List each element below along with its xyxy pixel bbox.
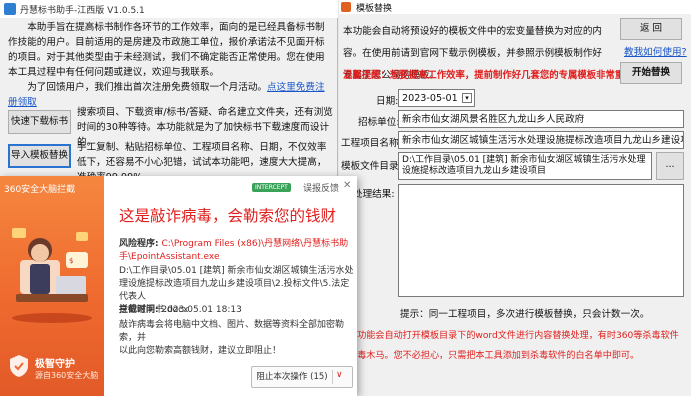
chevron-down-icon[interactable]: ∨	[336, 370, 343, 380]
antivirus-alert-popup: 360安全大脑拦截 $ 极智守护 源自360安全大脑 INTERCEPT 误报反…	[0, 176, 357, 396]
risk-program: 风险程序: C:\Program Files (x86)\丹慧网络\丹慧标书助手…	[119, 238, 351, 264]
virus-description-line: 敲诈病毒会将电脑中文档、图片、数据等资料全部加密勒索，并	[119, 320, 345, 343]
block-operation-control: 阻止本次操作 (15) ∨	[251, 366, 353, 388]
calendar-icon[interactable]: ▾	[462, 93, 472, 103]
virus-description-line: 以此向您勒索高额钱财，建议立即阻止！	[119, 346, 282, 356]
download-bid-button[interactable]: 快速下载标书	[8, 110, 71, 134]
protect-subtitle: 源自360安全大脑	[35, 371, 99, 380]
promo-text: 为了回馈用户，我们推出首次注册免费领取一个月活动。	[27, 82, 268, 93]
template-dir-label: 模板文件目录:	[341, 161, 402, 172]
intercept-time-label: 拦截时间:	[119, 305, 159, 315]
risk-program-label: 风险程序:	[119, 239, 159, 249]
date-value: 2023-05-01	[402, 93, 458, 104]
protect-title: 极智守护	[35, 359, 75, 370]
import-template-button[interactable]: 导入模板替换	[8, 144, 71, 168]
window-title: 模板替换	[356, 4, 393, 14]
svg-text:$: $	[69, 257, 73, 265]
back-button[interactable]: 返 回	[620, 18, 682, 40]
app-icon	[4, 3, 16, 15]
result-label: 处理结果:	[353, 189, 395, 200]
template-replace-window: 模板替换 本功能会自动将预设好的模板文件中的宏变量替换为对应的内容。在使用前请到…	[339, 0, 691, 396]
project-name-label: 工程项目名称:	[341, 138, 402, 149]
tip-text: 提示：同一工程项目，多次进行模板替换，只会计数一次。	[400, 309, 650, 320]
intro-text: 本助手旨在提高标书制作各环节的工作效率，面向的是已经具备标书制作技能的用户。目前…	[8, 20, 330, 110]
alert-title: 这是敲诈病毒，会勒索您的钱财	[119, 207, 337, 225]
app-icon	[341, 2, 351, 12]
hacker-illustration-icon: $	[12, 228, 92, 323]
date-label: 日期:	[376, 96, 399, 107]
bidder-input[interactable]: 新余市仙女湖风景名胜区九龙山乡人民政府	[398, 110, 684, 128]
virus-description: 敲诈病毒会将电脑中文档、图片、数据等资料全部加密勒索，并 以此向您勒索高额钱财，…	[119, 319, 355, 358]
affected-file-line: D:\工作目录\05.01 [建筑] 新余市仙女湖区城镇生活污水处	[119, 266, 354, 276]
intercept-time-value: 2023.05.01 18:13	[161, 305, 242, 315]
title-bar: 模板替换	[339, 0, 691, 14]
block-operation-button[interactable]: 阻止本次操作 (15)	[252, 367, 332, 387]
bottom-warning-line-1: 下本功能会自动打开模板目录下的word文件进行内容替换处理，有时360等杀毒软件	[339, 331, 679, 341]
button-divider	[332, 370, 333, 384]
shield-icon	[10, 355, 28, 377]
intro-paragraph: 本助手旨在提高标书制作各环节的工作效率，面向的是已经具备标书制作技能的用户。目前…	[8, 22, 325, 78]
intercept-time: 拦截时间: 2023.05.01 18:13	[119, 304, 242, 317]
result-textarea[interactable]	[398, 184, 684, 297]
false-positive-feedback-link[interactable]: 误报反馈	[303, 181, 339, 194]
brand-label: 360安全大脑拦截	[4, 185, 76, 195]
bidder-label: 招标单位:	[358, 117, 400, 128]
alert-sidebar: 360安全大脑拦截 $ 极智守护 源自360安全大脑	[0, 176, 104, 396]
intercept-badge: INTERCEPT	[252, 183, 291, 192]
template-dir-input[interactable]: D:\工作目录\05.01 [建筑] 新余市仙女湖区城镇生活污水处理设施提标改造…	[398, 152, 652, 180]
title-bar: 丹慧标书助手-江西版 V1.0.5.1	[0, 0, 338, 18]
warning-text: 温馨提醒：想要提高工作效率，提前制作好几套您的专属模板非常重要哟!	[343, 70, 648, 81]
browse-button[interactable]: ...	[656, 152, 684, 180]
window-title: 丹慧标书助手-江西版 V1.0.5.1	[20, 6, 145, 16]
how-to-use-link[interactable]: 教我如何使用?	[624, 44, 687, 58]
start-replace-button[interactable]: 开始替换	[620, 62, 682, 84]
bottom-warning-line-2: 误病毒木马。您不必担心，只需把本工具添加到杀毒软件的白名单中即可。	[339, 351, 640, 361]
date-picker[interactable]: 2023-05-01 ▾	[398, 89, 475, 107]
affected-file-line: 理设施提标改造项目九龙山乡建设项目\2.投标文件\5.法定代表人	[119, 279, 350, 302]
close-icon[interactable]: ✕	[343, 180, 351, 191]
project-name-input[interactable]: 新余市仙女湖区城镇生活污水处理设施提标改造项目九龙山乡建设项目	[398, 131, 684, 149]
